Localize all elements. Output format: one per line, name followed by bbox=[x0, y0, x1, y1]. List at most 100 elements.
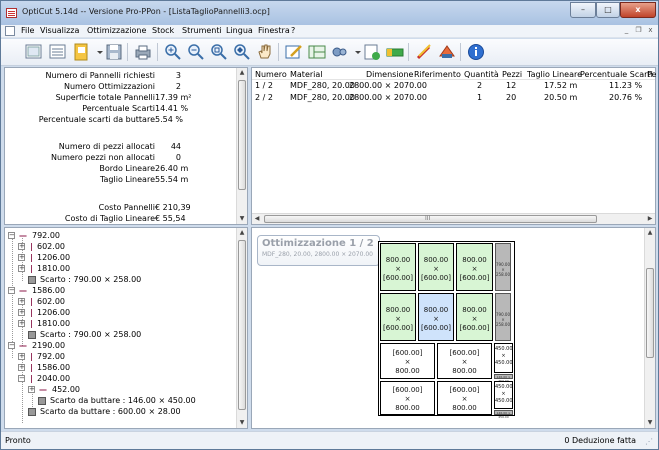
menu-visualizza[interactable]: Visualizza bbox=[40, 26, 79, 35]
expand-icon[interactable]: + bbox=[18, 254, 25, 261]
list-icon[interactable] bbox=[47, 42, 69, 62]
column-header-dimensione[interactable]: Dimensione bbox=[366, 70, 413, 79]
collapse-icon[interactable]: − bbox=[8, 232, 15, 239]
piece-800x600[interactable]: 800.00 × [600.00] bbox=[380, 243, 416, 291]
scrap-area[interactable]: 790.00 × 258.00 bbox=[495, 243, 511, 291]
cutting-panel-diagram[interactable]: 800.00 × [600.00] 800.00 × [600.00] 800.00 ×[… bbox=[378, 241, 515, 419]
tree-node-cut[interactable]: + | 1206.00 bbox=[18, 308, 218, 319]
tree-node-strip[interactable]: − — 1586.00 bbox=[8, 286, 228, 297]
column-header-percentuale-scarti[interactable]: Percentuale Scarti bbox=[580, 70, 653, 79]
expand-icon[interactable]: + bbox=[18, 265, 25, 272]
scroll-down-arrow-icon[interactable]: ▼ bbox=[237, 214, 247, 224]
expand-icon[interactable]: + bbox=[18, 243, 25, 250]
optimize-icon[interactable] bbox=[306, 42, 328, 62]
piece-600x800[interactable]: [600.00] × 800.00 bbox=[380, 343, 435, 379]
new-dropdown-icon[interactable] bbox=[89, 42, 103, 62]
pencil-icon[interactable] bbox=[413, 42, 435, 62]
scrap-area[interactable]: 146.00 × 450.00 bbox=[494, 410, 513, 419]
scrap-area[interactable]: 146.00 × 450.00 bbox=[494, 374, 513, 383]
tree-node-strip[interactable]: + — 452.00 bbox=[28, 385, 228, 396]
tree-node-cut[interactable]: + | 1586.00 bbox=[18, 363, 218, 374]
column-header-material[interactable]: Material bbox=[290, 70, 323, 79]
tree-node-cut[interactable]: + | 1810.00 bbox=[18, 319, 218, 330]
opticut-app-icon[interactable] bbox=[6, 8, 17, 18]
mdi-close-button[interactable]: x bbox=[646, 26, 655, 35]
tree-node-strip[interactable]: − — 792.00 bbox=[8, 231, 228, 242]
maximize-button[interactable]: □ bbox=[596, 2, 620, 18]
scroll-left-arrow-icon[interactable]: ◀ bbox=[252, 214, 262, 224]
expand-icon[interactable]: + bbox=[18, 320, 25, 327]
scrap-area[interactable]: 790.00 × 258.00 bbox=[495, 293, 511, 341]
column-header-pe[interactable]: Pe bbox=[647, 70, 656, 79]
tree-node-cut[interactable]: + | 1206.00 bbox=[18, 253, 218, 264]
column-header-pezzi[interactable]: Pezzi bbox=[502, 70, 522, 79]
table-row[interactable]: 1 / 2 MDF_280, 20.00 2800.00 × 2070.00 2… bbox=[252, 81, 655, 92]
zoom-out-icon[interactable] bbox=[185, 42, 207, 62]
scrollbar-thumb[interactable] bbox=[238, 240, 246, 410]
menu-strumenti[interactable]: Strumenti bbox=[182, 26, 222, 35]
piece-600x800[interactable]: [600.00] × 800.00 bbox=[380, 381, 435, 415]
menu-ottimizzazione[interactable]: Ottimizzazione bbox=[87, 26, 146, 35]
scroll-up-arrow-icon[interactable]: ▲ bbox=[237, 68, 247, 78]
scrollbar-thumb[interactable] bbox=[238, 80, 246, 190]
column-header-taglio-lineare[interactable]: Taglio Lineare bbox=[527, 70, 582, 79]
zoom-in-icon[interactable] bbox=[162, 42, 184, 62]
scrollbar-thumb[interactable]: III bbox=[264, 215, 597, 223]
layout-scrollbar[interactable]: ▲ ▼ bbox=[644, 228, 655, 428]
zoom-fit-icon[interactable] bbox=[208, 42, 230, 62]
summary-scrollbar[interactable]: ▲ ▼ bbox=[236, 68, 247, 224]
menu-lingua[interactable]: Lingua bbox=[226, 26, 253, 35]
database-icon[interactable] bbox=[384, 42, 406, 62]
mdi-minimize-button[interactable]: _ bbox=[622, 26, 631, 35]
piece-800x600-selected[interactable]: 800.00 × [600.00] bbox=[418, 293, 454, 341]
edit-icon[interactable] bbox=[283, 42, 305, 62]
menu-stock[interactable]: Stock bbox=[152, 26, 174, 35]
scroll-down-arrow-icon[interactable]: ▼ bbox=[237, 418, 247, 428]
menu-help[interactable]: ? bbox=[291, 26, 295, 35]
scrollbar-thumb[interactable] bbox=[646, 268, 654, 358]
collapse-icon[interactable]: − bbox=[8, 287, 15, 294]
table-row[interactable]: 2 / 2 MDF_280, 20.00 2800.00 × 2070.00 1… bbox=[252, 93, 655, 104]
piece-800x600[interactable]: 800.00 × [600.00] bbox=[456, 243, 493, 291]
piece-800x600[interactable]: 800.00 × [600.00] bbox=[456, 293, 493, 341]
collapse-icon[interactable]: − bbox=[18, 375, 25, 382]
close-button[interactable]: x bbox=[620, 2, 656, 18]
scroll-up-arrow-icon[interactable]: ▲ bbox=[645, 228, 655, 238]
collapse-icon[interactable]: − bbox=[8, 342, 15, 349]
tree-node-scrap[interactable]: Scarto da buttare : 600.00 × 28.00 bbox=[18, 407, 238, 418]
export-icon[interactable] bbox=[361, 42, 383, 62]
zoom-selection-icon[interactable] bbox=[231, 42, 253, 62]
piece-600x800[interactable]: [600.00] × 800.00 bbox=[437, 343, 492, 379]
info-icon[interactable] bbox=[465, 42, 487, 62]
piece-450[interactable]: 450.00 × 450.00 bbox=[494, 381, 513, 409]
table-icon[interactable] bbox=[23, 42, 45, 62]
hand-pan-icon[interactable] bbox=[254, 42, 276, 62]
resize-grip-icon[interactable]: ⋰ bbox=[645, 437, 655, 447]
tree-node-cut[interactable]: − | 2040.00 bbox=[18, 374, 218, 385]
scroll-up-arrow-icon[interactable]: ▲ bbox=[237, 228, 247, 238]
scroll-right-arrow-icon[interactable]: ▶ bbox=[645, 214, 655, 224]
expand-icon[interactable]: + bbox=[18, 298, 25, 305]
save-icon[interactable] bbox=[103, 42, 125, 62]
menu-file[interactable]: File bbox=[21, 26, 34, 35]
expand-icon[interactable]: + bbox=[18, 309, 25, 316]
menu-finestra[interactable]: Finestra bbox=[258, 26, 290, 35]
tree-node-strip[interactable]: − — 2190.00 bbox=[8, 341, 228, 352]
piece-450[interactable]: 450.00 × 450.00 bbox=[494, 343, 513, 373]
tree-node-scrap[interactable]: Scarto da buttare : 146.00 × 450.00 bbox=[28, 396, 243, 407]
print-icon[interactable] bbox=[132, 42, 154, 62]
tree-node-scrap[interactable]: Scarto : 790.00 × 258.00 bbox=[18, 275, 238, 286]
document-icon[interactable] bbox=[5, 26, 15, 36]
tree-node-scrap[interactable]: Scarto : 790.00 × 258.00 bbox=[18, 330, 238, 341]
minimize-button[interactable]: – bbox=[570, 2, 596, 18]
piece-800x600[interactable]: 800.00 × [600.00] bbox=[380, 293, 416, 341]
expand-icon[interactable]: + bbox=[28, 386, 35, 393]
tree-node-cut[interactable]: + | 602.00 bbox=[18, 242, 218, 253]
tree-node-cut[interactable]: + | 602.00 bbox=[18, 297, 218, 308]
expand-icon[interactable]: + bbox=[18, 364, 25, 371]
mdi-restore-button[interactable]: ❐ bbox=[634, 26, 643, 35]
tree-scrollbar[interactable]: ▲ ▼ bbox=[236, 228, 247, 428]
materials-icon[interactable] bbox=[436, 42, 458, 62]
column-header-riferimento[interactable]: Riferimento bbox=[414, 70, 461, 79]
tree-node-cut[interactable]: + | 1810.00 bbox=[18, 264, 218, 275]
